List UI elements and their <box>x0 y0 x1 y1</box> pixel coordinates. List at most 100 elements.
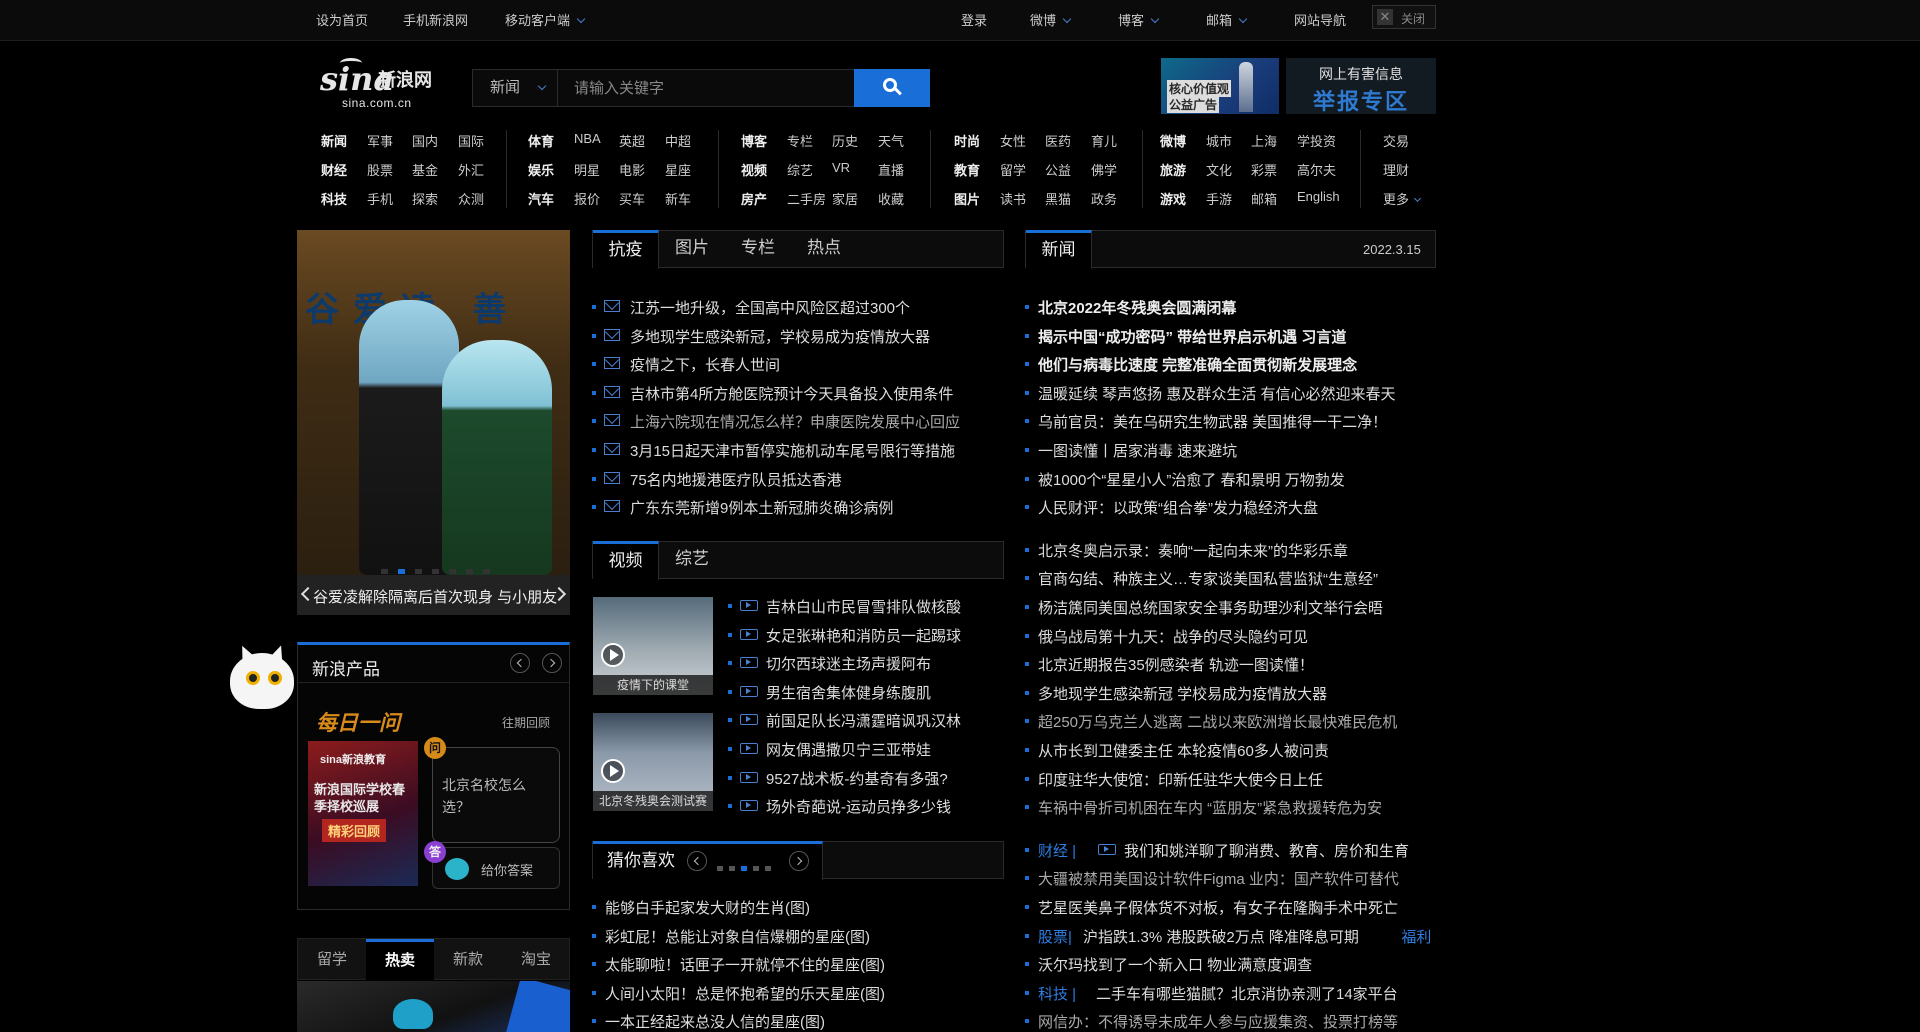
nav-link-g2-2-2[interactable]: 买车 <box>619 189 645 208</box>
mobile-sina-link[interactable]: 手机新浪网 <box>403 10 468 29</box>
guess-dot[interactable] <box>729 866 735 871</box>
video-thumb[interactable]: 北京冬残奥会测试赛 <box>593 713 713 811</box>
login-link[interactable]: 登录 <box>961 10 987 29</box>
nav-link-g3-2-3[interactable]: 收藏 <box>878 189 904 208</box>
set-home-link[interactable]: 设为首页 <box>316 10 368 29</box>
sina-logo[interactable]: sina 新浪网 sina.com.cn <box>320 58 448 114</box>
next-arrow-icon[interactable] <box>789 851 809 871</box>
nav-link-g5-2-3[interactable]: English <box>1297 189 1340 204</box>
nav-link-g5-0-3[interactable]: 学投资 <box>1297 131 1336 150</box>
edu-poster[interactable]: sina新浪教育 新浪国际学校春季择校巡展 精彩回顾 <box>308 741 418 886</box>
prev-arrow-icon[interactable] <box>687 851 707 871</box>
nav-link-g4-0-2[interactable]: 医药 <box>1045 131 1071 150</box>
nav-link-g2-2-1[interactable]: 报价 <box>574 189 600 208</box>
nav-link-g5-2-0[interactable]: 游戏 <box>1160 189 1186 208</box>
nav-link-g1-0-1[interactable]: 军事 <box>367 131 393 150</box>
tab-video-0[interactable]: 视频 <box>593 541 659 580</box>
nav-link-g3-0-2[interactable]: 历史 <box>832 131 858 150</box>
slide-dot[interactable] <box>483 569 490 574</box>
photo-slideshow[interactable]: 谷爱凌 善 谷爱凌解除隔离后首次现身 与小朋友合影 <box>297 230 570 615</box>
ad-core-values[interactable]: 核心价值观 公益广告 <box>1161 58 1279 114</box>
mobile-client-menu[interactable]: 移动客户端 <box>505 10 586 29</box>
nav-link-g3-2-2[interactable]: 家居 <box>832 189 858 208</box>
nav-link-g5-1-1[interactable]: 文化 <box>1206 160 1232 179</box>
close-button[interactable]: ✕ 关闭 <box>1372 5 1436 29</box>
nav-link-g1-1-2[interactable]: 基金 <box>412 160 438 179</box>
nav-link-g5-2-1[interactable]: 手游 <box>1206 189 1232 208</box>
nav-link-g2-1-1[interactable]: 明星 <box>574 160 600 179</box>
nav-link-g4-1-0[interactable]: 教育 <box>954 160 980 179</box>
nav-link-g5-0-1[interactable]: 城市 <box>1206 131 1232 150</box>
weibo-menu[interactable]: 微博 <box>1030 10 1072 29</box>
nav-link-g4-1-2[interactable]: 公益 <box>1045 160 1071 179</box>
slide-dot[interactable] <box>449 569 456 574</box>
nav-link-g3-0-3[interactable]: 天气 <box>878 131 904 150</box>
search-input[interactable] <box>560 70 850 106</box>
nav-link-g2-1-0[interactable]: 娱乐 <box>528 160 554 179</box>
nav-link-g2-0-3[interactable]: 中超 <box>665 131 691 150</box>
question-bubble[interactable]: 北京名校怎么选？ <box>432 747 560 843</box>
nav-link-g3-2-1[interactable]: 二手房 <box>787 189 826 208</box>
tab-shop-1[interactable]: 热卖 <box>366 939 434 981</box>
nav-link-g1-2-2[interactable]: 探索 <box>412 189 438 208</box>
nav-link-g1-1-0[interactable]: 财经 <box>321 160 347 179</box>
tab-shop-3[interactable]: 淘宝 <box>502 939 570 981</box>
nav-link-g5-2-2[interactable]: 邮箱 <box>1251 189 1277 208</box>
nav-link-g4-2-2[interactable]: 黑猫 <box>1045 189 1071 208</box>
slide-dot[interactable] <box>432 569 439 574</box>
nav-link-g4-0-1[interactable]: 女性 <box>1000 131 1026 150</box>
guess-dot[interactable] <box>765 866 771 871</box>
nav-link-g1-0-3[interactable]: 国际 <box>458 131 484 150</box>
tab-shop-0[interactable]: 留学 <box>298 939 366 981</box>
nav-link-g4-1-1[interactable]: 留学 <box>1000 160 1026 179</box>
nav-link-g4-0-0[interactable]: 时尚 <box>954 131 980 150</box>
nav-link-g6-0[interactable]: 交易 <box>1383 131 1409 150</box>
mail-menu[interactable]: 邮箱 <box>1206 10 1248 29</box>
video-thumb[interactable]: 疫情下的课堂 <box>593 597 713 695</box>
guess-dot[interactable] <box>741 866 747 871</box>
tab-news[interactable]: 新闻 <box>1026 230 1092 269</box>
nav-link-g3-1-1[interactable]: 综艺 <box>787 160 813 179</box>
guess-dot[interactable] <box>753 866 759 871</box>
nav-link-g2-0-0[interactable]: 体育 <box>528 131 554 150</box>
slide-dot[interactable] <box>398 569 405 574</box>
guess-dot[interactable] <box>717 866 723 871</box>
nav-link-g5-1-0[interactable]: 旅游 <box>1160 160 1186 179</box>
nav-link-g3-1-0[interactable]: 视频 <box>741 160 767 179</box>
tab-shop-2[interactable]: 新款 <box>434 939 502 981</box>
nav-link-g4-2-3[interactable]: 政务 <box>1091 189 1117 208</box>
nav-link-g5-0-0[interactable]: 微博 <box>1160 131 1186 150</box>
ad-report-harmful[interactable]: 网上有害信息 举报专区 <box>1286 58 1436 114</box>
nav-link-g3-1-3[interactable]: 直播 <box>878 160 904 179</box>
nav-link-g4-1-3[interactable]: 佛学 <box>1091 160 1117 179</box>
nav-link-g5-1-3[interactable]: 高尔夫 <box>1297 160 1336 179</box>
prev-arrow-icon[interactable] <box>510 653 530 673</box>
slide-caption[interactable]: 谷爱凌解除隔离后首次现身 与小朋友合影 <box>313 586 557 607</box>
tab-video-1[interactable]: 综艺 <box>659 541 725 580</box>
tab-center-3[interactable]: 热点 <box>791 230 857 269</box>
answer-button[interactable]: 给你答案 <box>432 847 560 889</box>
nav-link-g2-0-2[interactable]: 英超 <box>619 131 645 150</box>
nav-link-g2-0-1[interactable]: NBA <box>574 131 601 146</box>
next-arrow-icon[interactable] <box>542 653 562 673</box>
nav-link-g2-1-2[interactable]: 电影 <box>619 160 645 179</box>
nav-link-g3-2-0[interactable]: 房产 <box>741 189 767 208</box>
news-category-link[interactable]: 股票| <box>1038 926 1072 947</box>
tab-center-0[interactable]: 抗疫 <box>593 230 659 269</box>
tab-center-1[interactable]: 图片 <box>659 230 725 269</box>
news-category-link[interactable]: 财经 | <box>1038 840 1076 861</box>
nav-link-g5-1-2[interactable]: 彩票 <box>1251 160 1277 179</box>
nav-link-g2-2-3[interactable]: 新车 <box>665 189 691 208</box>
mascot-cat-icon[interactable] <box>226 642 302 717</box>
tab-center-2[interactable]: 专栏 <box>725 230 791 269</box>
nav-link-g4-0-3[interactable]: 育儿 <box>1091 131 1117 150</box>
nav-link-g2-2-0[interactable]: 汽车 <box>528 189 554 208</box>
nav-link-g1-2-0[interactable]: 科技 <box>321 189 347 208</box>
nav-link-g3-1-2[interactable]: VR <box>832 160 850 175</box>
nav-link-g4-2-0[interactable]: 图片 <box>954 189 980 208</box>
news-category-link[interactable]: 科技 | <box>1038 983 1076 1004</box>
shop-image[interactable] <box>297 981 570 1032</box>
nav-link-g4-2-1[interactable]: 读书 <box>1000 189 1026 208</box>
nav-link-g3-0-0[interactable]: 博客 <box>741 131 767 150</box>
site-nav-link[interactable]: 网站导航 <box>1294 10 1346 29</box>
